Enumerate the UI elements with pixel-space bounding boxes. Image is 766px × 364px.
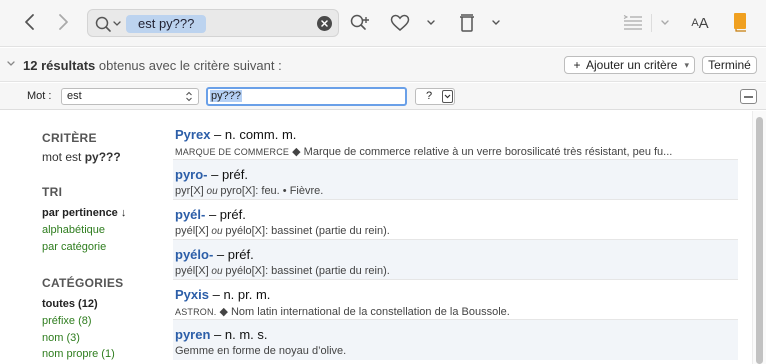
chevron-right-icon[interactable] [53,10,75,34]
entry-definition: Gemme en forme de noyau d’olive. [175,345,347,357]
category-prefix[interactable]: préfixe (8) [42,315,92,327]
entry-tag: ASTRON. [175,307,217,317]
criteria-row: Mot : est py??? ? [0,83,766,110]
results-criterion-text: obtenus avec le critère suivant : [98,58,282,73]
entry-word[interactable]: pyro- [175,167,208,182]
entry-definition: pyél[X] ou pyélo[X]: bassinet (partie du… [175,265,390,277]
pattern-input[interactable]: py??? [206,87,407,106]
results-count: 12 résultats [23,58,96,73]
heart-icon[interactable] [387,12,413,34]
search-token[interactable]: est py??? [126,15,207,33]
chevron-down-icon[interactable] [658,14,672,32]
list-item[interactable]: pyélo- – préf. pyél[X] ou pyélo[X]: bass… [173,240,738,280]
font-size-icon[interactable]: AA [685,12,715,34]
zoom-in-icon[interactable] [348,12,372,34]
entry-word[interactable]: pyélo- [175,247,213,262]
list-item[interactable]: Pyxis – n. pr. m. ASTRON. ◆ Nom latin in… [173,280,738,320]
chevron-down-icon[interactable] [424,14,438,32]
operator-select[interactable]: est [61,88,199,105]
entry-grammar: – préf. [207,167,248,182]
search-icon[interactable] [94,15,122,33]
entry-grammar: – n. m. s. [210,327,268,342]
trash-icon[interactable] [456,12,478,34]
criteria-title: CRITÈRE [42,131,97,145]
entry-word[interactable]: Pyrex [175,127,210,142]
list-item[interactable]: pyren – n. m. s. Gemme en forme de noyau… [173,320,738,360]
scrollbar-thumb[interactable] [756,117,763,364]
sort-item-alphabetical[interactable]: alphabétique [42,224,105,236]
sort-item-relevance[interactable]: par pertinence ↓ [42,207,126,219]
add-criterion-button[interactable]: + Ajouter un critère ▾ [564,56,695,74]
category-all[interactable]: toutes (12) [42,298,98,310]
text-align-icon[interactable] [621,12,645,34]
word-label: Mot : [27,90,52,102]
done-button[interactable]: Terminé [702,56,757,74]
chevron-down-icon[interactable] [6,58,16,70]
entry-word[interactable]: pyél- [175,207,205,222]
entry-word[interactable]: pyren [175,327,210,342]
sort-item-category[interactable]: par catégorie [42,241,106,253]
category-noun[interactable]: nom (3) [42,332,80,344]
remove-criterion-button[interactable] [740,89,757,104]
list-item[interactable]: pyél- – préf. pyél[X] ou pyélo[X]: bassi… [173,200,738,240]
updown-icon [185,91,193,102]
wildcard-select[interactable]: ? [415,88,455,105]
entry-grammar: – n. pr. m. [208,287,271,302]
sidebar: CRITÈRE mot est py??? TRI par pertinence… [0,111,170,364]
chevron-down-icon: ▾ [684,60,689,70]
chevron-down-icon[interactable] [489,14,503,32]
entry-grammar: – n. comm. m. [210,127,297,142]
entry-definition: ◆ Marque de commerce relative à un verre… [289,146,673,158]
list-item[interactable]: pyro- – préf. pyr[X] ou pyro[X]: feu. • … [173,160,738,200]
toolbar-separator [651,14,652,32]
entry-grammar: – préf. [213,247,254,262]
entry-tag: MARQUE DE COMMERCE [175,147,290,157]
entry-definition: pyél[X] ou pyélo[X]: bassinet (partie du… [175,225,390,237]
category-proper-noun[interactable]: nom propre (1) [42,348,115,360]
entry-grammar: – préf. [205,207,246,222]
results-bar: 12 résultats obtenus avec le critère sui… [0,48,766,82]
chevron-left-icon[interactable] [18,10,40,34]
entry-definition: ◆ Nom latin international de la constell… [216,306,510,318]
book-icon[interactable] [732,11,748,33]
chevron-down-icon [442,90,453,103]
results-summary: 12 résultats obtenus avec le critère sui… [23,58,282,73]
search-field[interactable]: est py??? [87,9,339,37]
categories-title: CATÉGORIES [42,276,124,290]
scrollbar[interactable] [752,111,766,364]
sort-title: TRI [42,185,63,199]
entry-definition: pyr[X] ou pyro[X]: feu. • Fièvre. [175,185,324,197]
criteria-summary: mot est py??? [42,150,121,164]
list-item[interactable]: Pyrex – n. comm. m. MARQUE DE COMMERCE ◆… [173,120,738,160]
clear-icon[interactable] [317,16,332,31]
toolbar: est py??? AA [0,0,766,47]
plus-icon: + [573,58,581,72]
entry-word[interactable]: Pyxis [175,287,209,302]
